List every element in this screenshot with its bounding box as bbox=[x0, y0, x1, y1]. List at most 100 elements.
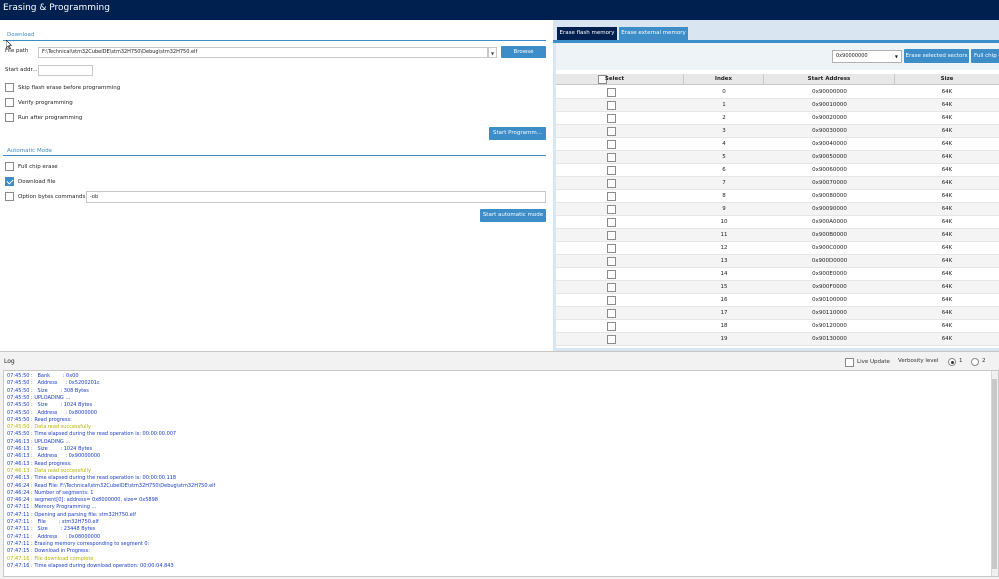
sector-select-checkbox[interactable] bbox=[607, 296, 616, 305]
file-path-combobox[interactable]: F:\Technical\stm32CubeIDE\stm32H750\Debu… bbox=[38, 47, 488, 58]
sector-select-checkbox[interactable] bbox=[607, 166, 616, 175]
sector-select-checkbox[interactable] bbox=[607, 101, 616, 110]
log-line: 07:45:50 : Address : 0x5200201c bbox=[7, 380, 100, 387]
live-update-checkbox[interactable] bbox=[845, 358, 854, 367]
log-line: 07:47:11 : Erasing memory corresponding … bbox=[7, 540, 150, 547]
start-programming-button[interactable]: Start Programm... bbox=[489, 127, 546, 140]
sector-start-address: 0x90090000 bbox=[812, 206, 847, 212]
full-chip-erase-button[interactable]: Full chip e bbox=[971, 49, 999, 63]
table-row[interactable]: 4 0x90040000 64K bbox=[556, 138, 999, 151]
erase-panel: Erase flash memory Erase external memory… bbox=[553, 20, 999, 351]
sector-select-checkbox[interactable] bbox=[607, 257, 616, 266]
log-line: 07:45:50 : Read progress: bbox=[7, 416, 72, 423]
sector-start-address: 0x90000000 bbox=[812, 89, 847, 95]
sector-select-checkbox[interactable] bbox=[607, 231, 616, 240]
sector-select-checkbox[interactable] bbox=[607, 179, 616, 188]
sector-start-address: 0x90050000 bbox=[812, 154, 847, 160]
table-row[interactable]: 19 0x90130000 64K bbox=[556, 333, 999, 346]
sector-address-select[interactable]: 0x90000000 ▼ bbox=[832, 50, 902, 63]
table-row[interactable]: 1 0x90010000 64K bbox=[556, 99, 999, 112]
table-row[interactable]: 18 0x90120000 64K bbox=[556, 320, 999, 333]
sector-select-checkbox[interactable] bbox=[607, 335, 616, 344]
tab-erase-flash-memory[interactable]: Erase flash memory bbox=[557, 27, 617, 40]
column-header-size[interactable]: Size bbox=[895, 74, 999, 85]
option-bytes-input[interactable]: -ob bbox=[86, 191, 546, 203]
log-line: 07:47:11 : Memory Programming ... bbox=[7, 504, 97, 511]
start-automatic-mode-button[interactable]: Start automatic mode bbox=[480, 209, 546, 222]
skip-flash-erase-checkbox[interactable] bbox=[5, 83, 14, 92]
sector-select-checkbox[interactable] bbox=[607, 153, 616, 162]
table-row[interactable]: 14 0x900E0000 64K bbox=[556, 268, 999, 281]
download-file-label: Download file bbox=[18, 179, 56, 185]
erase-selected-sectors-button[interactable]: Erase selected sectors bbox=[904, 49, 969, 63]
table-row[interactable]: 8 0x90080000 64K bbox=[556, 190, 999, 203]
sector-select-checkbox[interactable] bbox=[607, 322, 616, 331]
table-row[interactable]: 6 0x90060000 64K bbox=[556, 164, 999, 177]
sector-index: 9 bbox=[722, 206, 726, 212]
download-file-checkbox[interactable] bbox=[5, 177, 14, 186]
log-scrollbar[interactable] bbox=[991, 371, 998, 576]
table-row[interactable]: 16 0x90100000 64K bbox=[556, 294, 999, 307]
log-line: 07:47:11 : Size : 23448 Bytes bbox=[7, 526, 96, 533]
verbosity-radio-1[interactable] bbox=[948, 358, 956, 366]
full-chip-erase-label: Full chip erase bbox=[18, 164, 58, 170]
verbosity-level-label: Verbosity level bbox=[898, 358, 939, 364]
sector-select-checkbox[interactable] bbox=[607, 283, 616, 292]
verbosity-radio-2[interactable] bbox=[971, 358, 979, 366]
sector-select-checkbox[interactable] bbox=[607, 270, 616, 279]
table-row[interactable]: 3 0x90030000 64K bbox=[556, 125, 999, 138]
sector-start-address: 0x900B0000 bbox=[811, 232, 848, 238]
column-header-select[interactable]: Select bbox=[556, 74, 684, 85]
table-row[interactable]: 12 0x900C0000 64K bbox=[556, 242, 999, 255]
log-line: 07:46:13 : Read progress: bbox=[7, 460, 72, 467]
table-header: Select Index Start Address Size bbox=[556, 74, 999, 85]
table-row[interactable]: 11 0x900B0000 64K bbox=[556, 229, 999, 242]
table-row[interactable]: 9 0x90090000 64K bbox=[556, 203, 999, 216]
sector-size: 64K bbox=[941, 154, 953, 160]
sector-select-checkbox[interactable] bbox=[607, 140, 616, 149]
sector-start-address: 0x90060000 bbox=[812, 167, 847, 173]
table-row[interactable]: 17 0x90110000 64K bbox=[556, 307, 999, 320]
browse-button[interactable]: Browse bbox=[501, 46, 546, 58]
table-row[interactable]: 7 0x90070000 64K bbox=[556, 177, 999, 190]
sector-select-checkbox[interactable] bbox=[607, 244, 616, 253]
log-title: Log bbox=[4, 358, 15, 365]
run-after-programming-checkbox[interactable] bbox=[5, 113, 14, 122]
download-section-divider bbox=[3, 40, 546, 41]
sector-size: 64K bbox=[941, 115, 953, 121]
sector-select-checkbox[interactable] bbox=[607, 309, 616, 318]
chevron-down-icon: ▼ bbox=[894, 54, 898, 59]
table-row[interactable]: 15 0x900F0000 64K bbox=[556, 281, 999, 294]
start-address-input[interactable] bbox=[38, 65, 93, 76]
flash-sectors-panel: 0x90000000 ▼ Erase selected sectors Full… bbox=[556, 43, 999, 348]
sector-start-address: 0x90120000 bbox=[812, 323, 847, 329]
table-row[interactable]: 5 0x90050000 64K bbox=[556, 151, 999, 164]
sector-select-checkbox[interactable] bbox=[607, 114, 616, 123]
sector-select-checkbox[interactable] bbox=[607, 88, 616, 97]
sector-select-checkbox[interactable] bbox=[607, 127, 616, 136]
full-chip-erase-checkbox[interactable] bbox=[5, 162, 14, 171]
file-path-dropdown-chevron-down-icon[interactable]: ▼ bbox=[488, 47, 497, 58]
mouse-cursor-icon bbox=[6, 40, 12, 49]
sector-index: 4 bbox=[722, 141, 726, 147]
log-output[interactable]: 07:45:50 : Bank : 0x00 07:45:50 : Address… bbox=[3, 370, 999, 577]
sector-select-checkbox[interactable] bbox=[607, 205, 616, 214]
log-scrollbar-thumb[interactable] bbox=[992, 379, 997, 569]
table-row[interactable]: 13 0x900D0000 64K bbox=[556, 255, 999, 268]
sector-size: 64K bbox=[941, 271, 953, 277]
table-row[interactable]: 10 0x900A0000 64K bbox=[556, 216, 999, 229]
tab-erase-external-memory[interactable]: Erase external memory bbox=[619, 27, 688, 40]
sector-size: 64K bbox=[941, 89, 953, 95]
sector-index: 15 bbox=[720, 284, 728, 290]
column-header-index[interactable]: Index bbox=[684, 74, 764, 85]
column-header-start-address[interactable]: Start Address bbox=[764, 74, 895, 85]
verify-programming-checkbox[interactable] bbox=[5, 98, 14, 107]
table-row[interactable]: 0 0x90000000 64K bbox=[556, 86, 999, 99]
sector-size: 64K bbox=[941, 141, 953, 147]
log-line: 07:47:11 : Opening and parsing file: stm… bbox=[7, 511, 137, 518]
sector-select-checkbox[interactable] bbox=[607, 218, 616, 227]
table-row[interactable]: 2 0x90020000 64K bbox=[556, 112, 999, 125]
sector-start-address: 0x900D0000 bbox=[811, 258, 848, 264]
option-bytes-checkbox[interactable] bbox=[5, 192, 14, 201]
sector-select-checkbox[interactable] bbox=[607, 192, 616, 201]
